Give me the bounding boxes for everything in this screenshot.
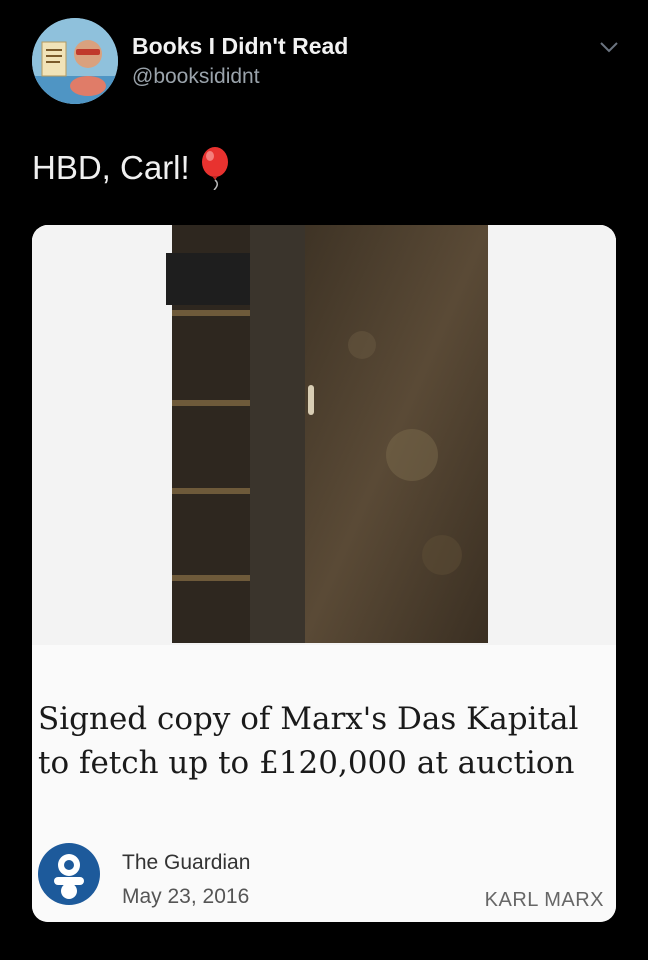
chevron-down-icon[interactable]	[598, 36, 620, 58]
author-name[interactable]: Books I Didn't Read	[132, 33, 348, 60]
source-name: The Guardian	[122, 851, 251, 874]
link-card[interactable]: Signed copy of Marx's Das Kapital to fet…	[32, 225, 616, 922]
article-date: May 23, 2016	[122, 885, 250, 908]
book-photo	[32, 225, 616, 645]
topic-tag[interactable]: KARL MARX	[485, 889, 604, 912]
balloon-icon	[201, 147, 228, 190]
tweet-text: HBD, Carl!	[32, 149, 190, 186]
news-preview: Signed copy of Marx's Das Kapital to fet…	[32, 645, 616, 922]
article-headline[interactable]: Signed copy of Marx's Das Kapital to fet…	[38, 697, 608, 785]
avatar[interactable]	[32, 18, 118, 104]
tweet-header: Books I Didn't Read @booksididnt	[0, 0, 648, 120]
guardian-g-icon	[38, 843, 100, 905]
author-handle[interactable]: @booksididnt	[132, 65, 260, 89]
tweet-body: HBD, Carl!	[32, 146, 232, 190]
avatar-image	[32, 18, 118, 104]
